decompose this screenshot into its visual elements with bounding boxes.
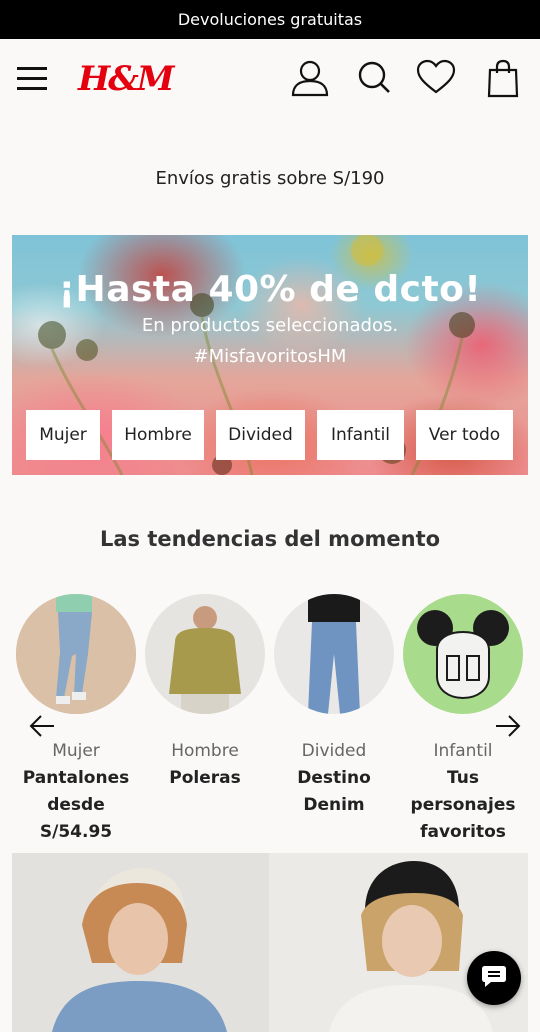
trend-image-infantil[interactable] <box>403 594 523 714</box>
menu-icon[interactable] <box>15 64 49 98</box>
promo-topbar: Devoluciones gratuitas <box>0 0 540 39</box>
chat-button[interactable] <box>467 951 521 1005</box>
banner-button-mujer[interactable]: Mujer <box>26 410 100 460</box>
banner-title: ¡Hasta 40% de dcto! <box>58 269 482 310</box>
trend-category: Infantil <box>433 741 493 761</box>
trend-image-hombre[interactable] <box>145 594 265 714</box>
trend-item-hombre[interactable]: Hombre Poleras <box>140 740 270 792</box>
free-shipping-text: Envíos gratis sobre S/190 <box>155 168 385 189</box>
trend-category: Hombre <box>171 741 239 761</box>
user-icon[interactable] <box>290 59 330 101</box>
trends-title: Las tendencias del momento <box>99 527 441 551</box>
banner-button-infantil[interactable]: Infantil <box>317 410 404 460</box>
heart-icon[interactable] <box>416 59 456 99</box>
trend-item-divided[interactable]: Divided Destino Denim <box>269 740 399 819</box>
banner-button-hombre[interactable]: Hombre <box>112 410 204 460</box>
trend-description: Tus personajes favoritos <box>410 768 516 842</box>
product-image-black-cap[interactable] <box>269 853 528 1032</box>
search-icon[interactable] <box>356 59 392 99</box>
banner-subtitle: En productos seleccionados. <box>141 315 399 336</box>
trend-description: Pantalones desde S/54.95 <box>22 768 130 842</box>
banner-button-divided[interactable]: Divided <box>216 410 305 460</box>
chat-icon <box>481 964 507 992</box>
trend-description: Poleras <box>169 768 241 788</box>
banner-button-ver-todo[interactable]: Ver todo <box>416 410 513 460</box>
trend-item-infantil[interactable]: Infantil Tus personajes favoritos <box>398 740 528 846</box>
trend-category: Divided <box>301 741 367 761</box>
banner-hashtag: #MisfavoritosHM <box>193 346 347 367</box>
shopping-bag-icon[interactable] <box>486 59 520 103</box>
trend-image-mujer[interactable] <box>16 594 136 714</box>
product-image-denim-jacket[interactable] <box>12 853 269 1032</box>
trend-image-divided[interactable] <box>274 594 394 714</box>
trend-item-mujer[interactable]: Mujer Pantalones desde S/54.95 <box>11 740 141 846</box>
topbar-text: Devoluciones gratuitas <box>177 10 363 29</box>
hm-logo[interactable]: H&M <box>78 59 174 99</box>
site-header: H&M <box>0 39 540 123</box>
trend-description: Destino Denim <box>297 768 371 815</box>
promo-banner[interactable]: ¡Hasta 40% de dcto! En productos selecci… <box>12 235 528 475</box>
trend-category: Mujer <box>52 741 100 761</box>
